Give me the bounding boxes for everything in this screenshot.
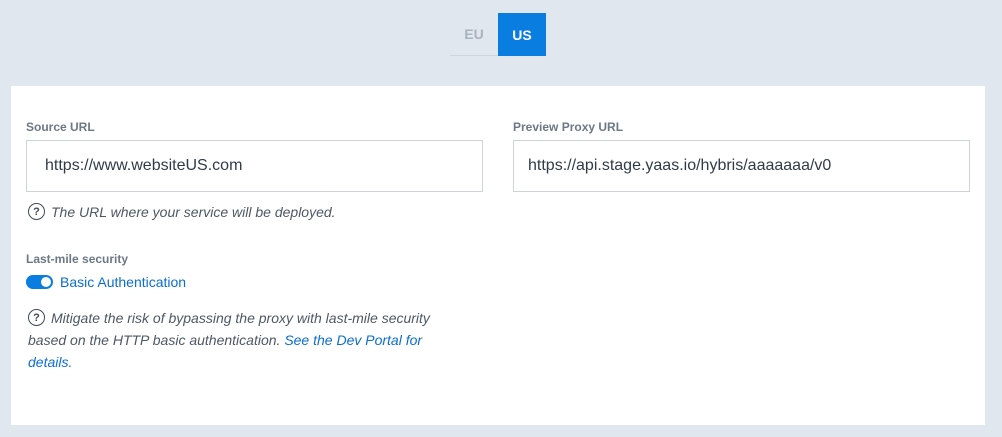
basic-auth-toggle[interactable] xyxy=(26,275,53,289)
source-url-input[interactable] xyxy=(26,140,483,192)
tab-us[interactable]: US xyxy=(498,13,546,56)
basic-auth-label[interactable]: Basic Authentication xyxy=(60,274,186,290)
source-url-help: ? The URL where your service will be dep… xyxy=(28,201,488,223)
settings-panel: Source URL ? The URL where your service … xyxy=(11,86,985,425)
proxy-url-label: Preview Proxy URL xyxy=(513,120,624,134)
tab-eu[interactable]: EU xyxy=(450,13,498,56)
source-url-help-text: The URL where your service will be deplo… xyxy=(51,204,336,220)
help-icon: ? xyxy=(28,203,45,220)
toggle-knob xyxy=(41,277,51,287)
security-help: ? Mitigate the risk of bypassing the pro… xyxy=(28,307,473,373)
security-help-body: Mitigate the risk of bypassing the proxy… xyxy=(28,307,450,373)
proxy-url-input[interactable] xyxy=(513,140,970,192)
source-url-label: Source URL xyxy=(26,120,95,134)
basic-auth-toggle-row: Basic Authentication xyxy=(26,274,186,290)
region-tabs: EU US xyxy=(450,13,546,56)
last-mile-security-label: Last-mile security xyxy=(26,252,129,266)
